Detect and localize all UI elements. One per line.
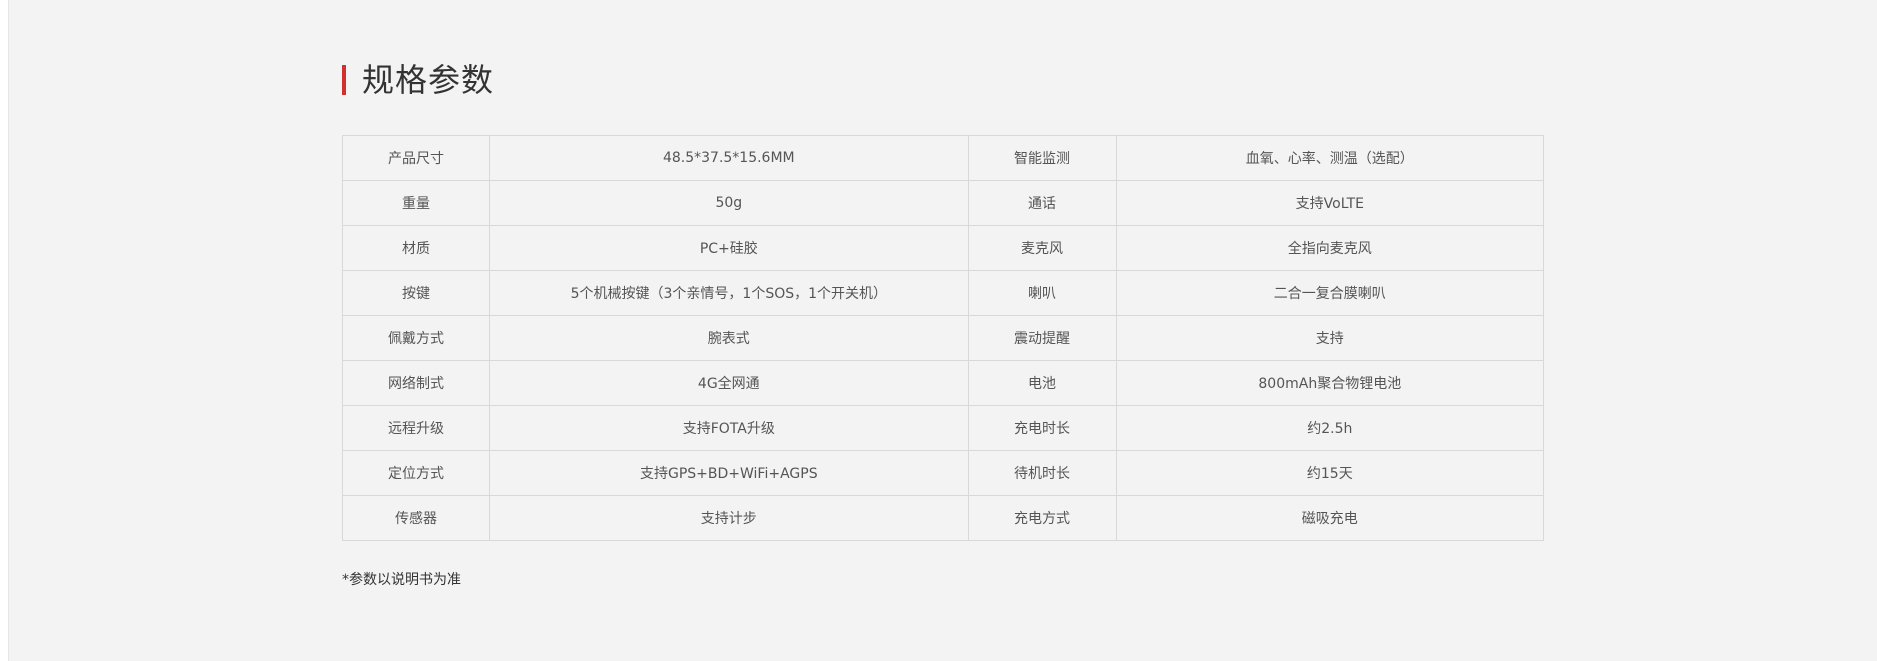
spec-label: 网络制式 <box>341 360 491 406</box>
table-row: 重量 50g 通话 支持VoLTE <box>341 180 1545 226</box>
spec-value: 支持GPS+BD+WiFi+AGPS <box>489 450 969 496</box>
spec-value: 800mAh聚合物锂电池 <box>1115 360 1545 406</box>
spec-value: 支持FOTA升级 <box>489 405 969 451</box>
spec-label: 麦克风 <box>967 225 1117 271</box>
spec-value: 二合一复合膜喇叭 <box>1115 270 1545 316</box>
spec-value: 支持VoLTE <box>1115 180 1545 226</box>
table-row: 产品尺寸 48.5*37.5*15.6MM 智能监测 血氧、心率、测温（选配） <box>341 135 1545 181</box>
spec-label: 电池 <box>967 360 1117 406</box>
spec-value: 全指向麦克风 <box>1115 225 1545 271</box>
heading-accent-bar <box>342 65 346 95</box>
spec-value: 48.5*37.5*15.6MM <box>489 135 969 181</box>
table-row: 定位方式 支持GPS+BD+WiFi+AGPS 待机时长 约15天 <box>341 450 1545 496</box>
table-row: 远程升级 支持FOTA升级 充电时长 约2.5h <box>341 405 1545 451</box>
table-row: 按键 5个机械按键（3个亲情号，1个SOS，1个开关机） 喇叭 二合一复合膜喇叭 <box>341 270 1545 316</box>
spec-label: 定位方式 <box>341 450 491 496</box>
table-row: 传感器 支持计步 充电方式 磁吸充电 <box>341 495 1545 541</box>
table-row: 材质 PC+硅胶 麦克风 全指向麦克风 <box>341 225 1545 271</box>
spec-value: 50g <box>489 180 969 226</box>
spec-value: 约2.5h <box>1115 405 1545 451</box>
spec-value: 4G全网通 <box>489 360 969 406</box>
section-heading: 规格参数 <box>342 62 494 98</box>
table-row: 佩戴方式 腕表式 震动提醒 支持 <box>341 315 1545 361</box>
spec-value: PC+硅胶 <box>489 225 969 271</box>
spec-value: 支持计步 <box>489 495 969 541</box>
spec-label: 远程升级 <box>341 405 491 451</box>
spec-value: 约15天 <box>1115 450 1545 496</box>
spec-value: 5个机械按键（3个亲情号，1个SOS，1个开关机） <box>489 270 969 316</box>
spec-label: 充电时长 <box>967 405 1117 451</box>
spec-label: 重量 <box>341 180 491 226</box>
section-title: 规格参数 <box>362 61 495 99</box>
spec-label: 材质 <box>341 225 491 271</box>
spec-value: 磁吸充电 <box>1115 495 1545 541</box>
spec-label: 通话 <box>967 180 1117 226</box>
spec-value: 血氧、心率、测温（选配） <box>1115 135 1545 181</box>
spec-label: 待机时长 <box>967 450 1117 496</box>
spec-label: 喇叭 <box>967 270 1117 316</box>
spec-label: 产品尺寸 <box>341 135 491 181</box>
spec-label: 按键 <box>341 270 491 316</box>
table-row: 网络制式 4G全网通 电池 800mAh聚合物锂电池 <box>341 360 1545 406</box>
spec-label: 佩戴方式 <box>341 315 491 361</box>
specs-table: 产品尺寸 48.5*37.5*15.6MM 智能监测 血氧、心率、测温（选配） … <box>341 135 1545 541</box>
spec-value: 支持 <box>1115 315 1545 361</box>
footnote: *参数以说明书为准 <box>342 572 461 588</box>
spec-label: 充电方式 <box>967 495 1117 541</box>
spec-label: 震动提醒 <box>967 315 1117 361</box>
spec-label: 智能监测 <box>967 135 1117 181</box>
spec-label: 传感器 <box>341 495 491 541</box>
spec-value: 腕表式 <box>489 315 969 361</box>
